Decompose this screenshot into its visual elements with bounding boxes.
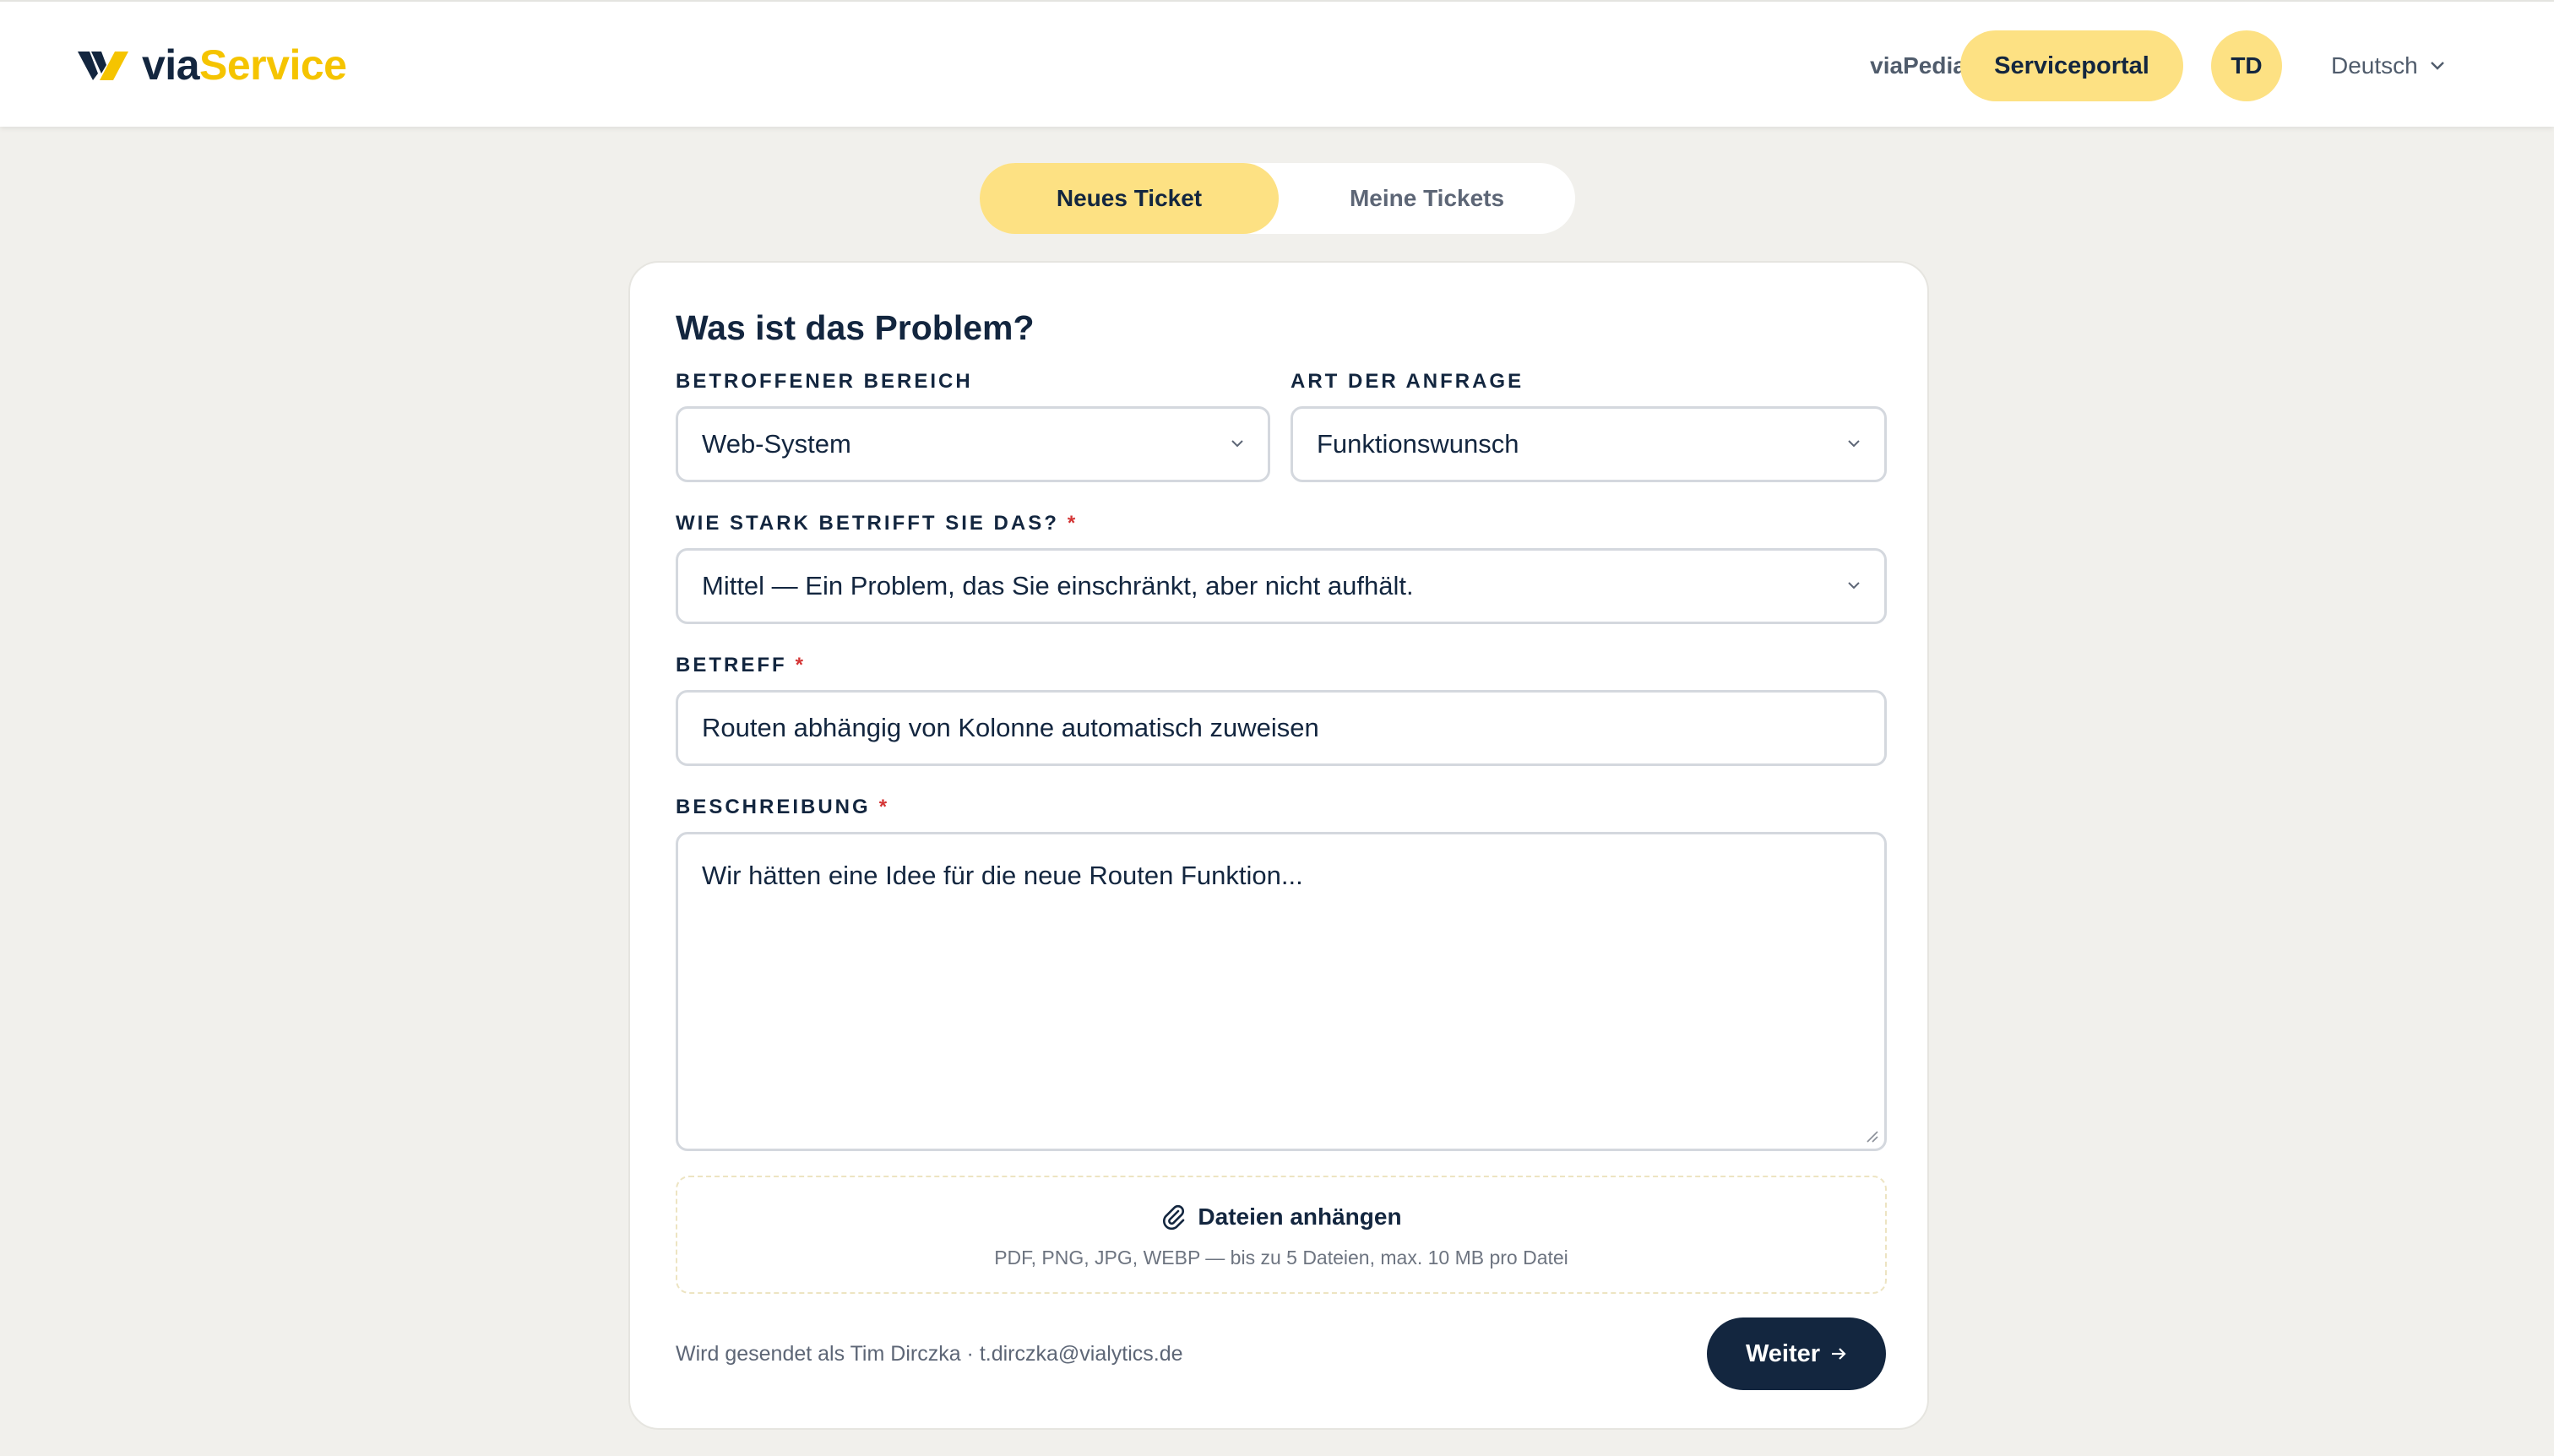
art-select[interactable]: Funktionswunsch [1291, 406, 1887, 482]
attach-files-button[interactable]: Dateien anhängen [677, 1201, 1885, 1233]
chevron-down-icon [1848, 440, 1860, 448]
required-mark: * [1067, 512, 1079, 535]
art-label-text: Art der Anfrage [1291, 370, 1524, 393]
weiter-label: Weiter [1745, 1339, 1821, 1367]
chevron-down-icon [1231, 440, 1243, 448]
ticket-tabs: Neues Ticket Meine Tickets [980, 163, 1575, 234]
betreff-input[interactable]: Routen abhängig von Kolonne automatisch … [676, 690, 1887, 766]
betreff-label-text: Betreff [676, 654, 787, 676]
art-value: Funktionswunsch [1317, 429, 1519, 459]
dringlichkeit-value: Mittel — Ein Problem, das Sie einschränk… [702, 571, 1414, 600]
dringlichkeit-select[interactable]: Mittel — Ein Problem, das Sie einschränk… [676, 548, 1887, 624]
tab-meine-tickets[interactable]: Meine Tickets [1279, 163, 1575, 234]
paperclip-icon [1163, 1204, 1185, 1231]
file-dropzone[interactable]: Dateien anhängen PDF, PNG, JPG, WEBP — b… [676, 1176, 1887, 1294]
beschreibung-label: Beschreibung * [676, 796, 889, 819]
logo-text-service: Service [199, 41, 347, 89]
logo-mark-icon [78, 52, 128, 80]
required-mark: * [795, 654, 807, 676]
bereich-label: Betroffener Bereich [676, 370, 973, 394]
resize-handle-icon[interactable] [1864, 1128, 1879, 1144]
beschreibung-label-text: Beschreibung [676, 796, 871, 818]
art-label: Art der Anfrage [1291, 370, 1524, 394]
language-label: Deutsch [2331, 52, 2418, 79]
bereich-value: Web-System [702, 429, 851, 459]
betreff-label: Betreff * [676, 654, 806, 677]
attach-files-label: Dateien anhängen [1198, 1203, 1402, 1230]
required-mark: * [878, 796, 890, 818]
ticket-form-card: Was ist das Problem? Betroffener Bereich… [628, 261, 1929, 1430]
language-selector[interactable]: Deutsch [2331, 49, 2466, 83]
sender-note: Wird gesendet als Tim Dirczka · t.dirczk… [676, 1342, 1183, 1366]
bereich-select[interactable]: Web-System [676, 406, 1270, 482]
logo-wordmark: viaService [142, 41, 347, 90]
dringlichkeit-label-text: Wie stark betrifft Sie das? [676, 512, 1059, 535]
nav-link-viapedia[interactable]: viaPedia [1867, 49, 1969, 83]
bereich-label-text: Betroffener Bereich [676, 370, 973, 393]
app-logo[interactable]: viaService [78, 39, 347, 91]
tab-neues-ticket[interactable]: Neues Ticket [980, 163, 1279, 234]
chevron-down-icon [1848, 582, 1860, 589]
dringlichkeit-label: Wie stark betrifft Sie das? * [676, 512, 1078, 535]
logo-text-via: via [142, 41, 200, 89]
form-title: Was ist das Problem? [676, 308, 1035, 347]
betreff-value: Routen abhängig von Kolonne automatisch … [702, 713, 1319, 742]
weiter-button[interactable]: Weiter [1707, 1317, 1886, 1390]
arrow-right-icon [1832, 1348, 1846, 1360]
top-header: viaService viaPedia Serviceportal TD Deu… [0, 0, 2554, 127]
beschreibung-textarea[interactable]: Wir hätten eine Idee für die neue Routen… [676, 832, 1887, 1151]
beschreibung-value: Wir hätten eine Idee für die neue Routen… [702, 861, 1303, 890]
nav-button-serviceportal[interactable]: Serviceportal [1960, 30, 2183, 101]
attach-hint: PDF, PNG, JPG, WEBP — bis zu 5 Dateien, … [994, 1247, 1568, 1269]
user-avatar[interactable]: TD [2211, 30, 2282, 101]
chevron-down-icon [2430, 62, 2444, 70]
